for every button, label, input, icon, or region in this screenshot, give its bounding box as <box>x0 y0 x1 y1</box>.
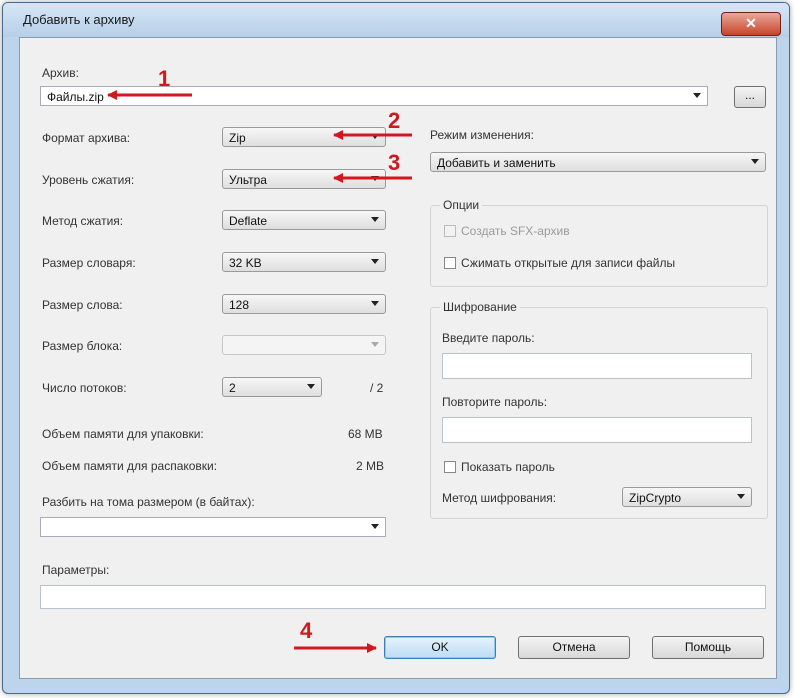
annotation-number-1: 1 <box>158 66 171 91</box>
annotation-overlay <box>107 90 412 653</box>
annotation-number-3: 3 <box>388 150 401 175</box>
annotation-number-2: 2 <box>388 108 401 133</box>
annotation-number-4: 4 <box>300 618 313 643</box>
